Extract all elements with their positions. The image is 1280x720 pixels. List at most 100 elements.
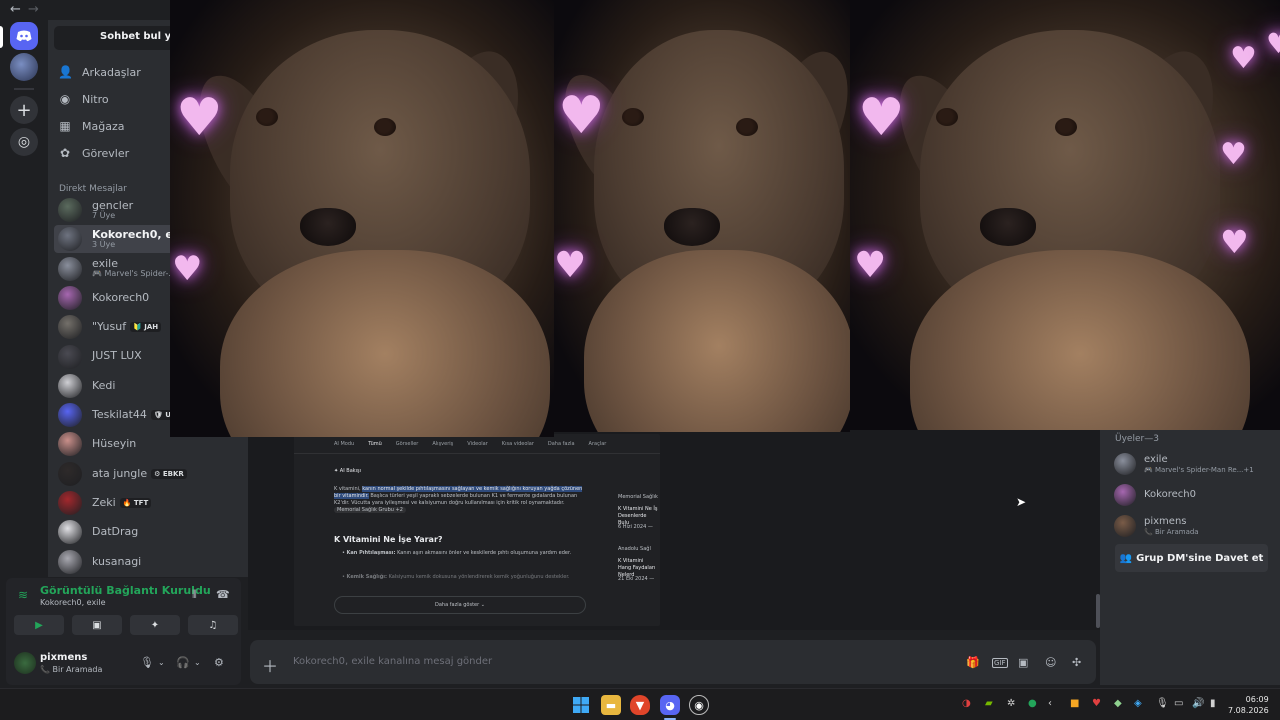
activities-button[interactable]: ✦ [130,615,180,635]
add-user-icon: 👥 [1119,552,1133,564]
voice-channel[interactable]: Kokorech0, exile [40,598,106,607]
dog-eye [622,108,644,126]
avatar[interactable] [14,652,36,674]
gif-icon[interactable]: GIF [992,658,1008,668]
discord-taskbar-icon[interactable]: ◕ [660,695,680,715]
steam-icon[interactable]: ◉ [689,695,709,715]
mic-icon[interactable]: 🎙 [140,656,154,669]
stream-area: AI Modu Tümü Görseller Alışveriş Videolar Kıs… [248,430,1100,630]
show-more-label: Daha fazla göster [435,602,480,608]
discord-icon [16,30,32,42]
tray-app-icon[interactable]: ♥ [1092,698,1101,709]
message-input[interactable]: Kokorech0, exile kanalına mesaj gönder [293,656,492,667]
camera-button[interactable]: ▶ [14,615,64,635]
para-post: Başlıca türleri yeşil yapraklı sebzelerd… [334,493,578,506]
user-status-text: Bir Aramada [52,665,103,674]
server-avatar[interactable] [10,53,38,81]
ss-bullet: • Kemik Sağlığı: Kalsiyumu kemik dokusun… [342,574,570,580]
volume-icon[interactable]: 🔊 [1192,698,1204,709]
dm-item[interactable]: ata jungle ⚙ EBKR [54,460,244,488]
dm-name: gencler [92,198,134,212]
search-tab: Daha fazla [547,440,575,447]
tray-app-icon[interactable]: ‹ [1048,698,1052,709]
home-button[interactable] [10,22,38,50]
tray-status-icon[interactable]: ● [1028,698,1037,709]
invite-group-button[interactable]: 👥 Grup DM'sine Davet et [1115,544,1268,572]
dm-text: "Yusuf [92,321,126,333]
gear-icon[interactable]: ⚙ [214,656,224,669]
windows-start-icon[interactable] [571,695,591,715]
network-icon[interactable]: ▭ [1174,698,1183,709]
dm-item[interactable]: DatDrag [54,518,244,546]
friends-icon: 👤 [58,65,73,79]
dm-item[interactable]: kusanagi [54,548,244,576]
search-tab: Kısa videolar [501,440,534,447]
member-item[interactable]: exile 🎮 Marvel's Spider-Man Re...+1 [1114,450,1254,478]
source-title: Anadolu Sağl [618,546,651,552]
dog-nose [664,208,720,246]
heart-icon: ♥ [1230,41,1257,76]
soundboard-button[interactable]: ♫ [188,615,238,635]
heart-icon: ♥ [172,249,203,289]
chevron-down-icon[interactable]: ⌄ [158,658,165,667]
dog-nose [980,208,1036,246]
dog-eye [936,108,958,126]
apps-icon[interactable]: ✣ [1072,656,1081,669]
avatar [58,285,82,310]
tray-app-icon[interactable]: ✲ [1007,698,1015,709]
clock[interactable]: 06:09 7.08.2026 [1228,694,1269,716]
attach-plus-icon[interactable]: ＋ [262,653,278,677]
explore-button[interactable]: ◎ [10,128,38,156]
screenshare-view[interactable]: AI Modu Tümü Görseller Alışveriş Videolar Kıs… [294,434,660,626]
emoji-icon[interactable]: ☺ [1045,656,1056,669]
nav-nitro[interactable]: ◉ Nitro [58,87,109,111]
clock-date: 7.08.2026 [1228,706,1269,716]
noise-suppression-icon[interactable]: ⦀ [192,588,197,602]
tray-app-icon[interactable]: ■ [1070,698,1079,709]
heart-icon: ♥ [1220,223,1249,261]
dm-text: Zeki [92,496,116,509]
signal-icon: ≋ [18,588,29,602]
avatar [58,491,82,515]
gift-icon[interactable]: 🎁 [966,656,980,669]
tray-app-icon[interactable]: ◆ [1114,698,1122,709]
tray-app-icon[interactable]: ◑ [962,698,971,709]
dog-overlay-image-2: ♥ ♥ [554,0,850,432]
forward-button[interactable]: → [28,2,39,17]
battery-icon[interactable]: ▮ [1210,698,1216,709]
dm-name: "Yusuf [92,320,127,334]
screenshare-button[interactable]: ▣ [72,615,122,635]
chevron-down-icon[interactable]: ⌄ [194,658,201,667]
brave-browser-icon[interactable]: ▼ [630,695,650,715]
avatar [58,227,82,252]
nav-label: Nitro [82,92,109,106]
add-server-button[interactable]: + [10,96,38,124]
nav-shop[interactable]: ▦ Mağaza [58,114,124,138]
nav-quests[interactable]: ✿ Görevler [58,141,129,165]
bullet-text: Kanın aşırı akmasını önler ve keskilerde… [397,550,572,556]
back-button[interactable]: ← [10,2,21,17]
headphones-icon[interactable]: 🎧 [176,656,190,669]
avatar [1114,484,1136,506]
dm-name: JUST LUX [92,349,142,363]
dm-item[interactable]: Zeki 🔥 TFT [54,489,244,517]
clan-tag: ⚙ EBKR [151,468,187,479]
nvidia-icon[interactable]: ▰ [985,698,993,709]
file-explorer-icon[interactable]: ▬ [601,695,621,715]
member-name: pixmens [1144,516,1187,528]
disconnect-icon[interactable]: ☎ [216,588,230,601]
mic-tray-icon[interactable]: 🎙 [1156,698,1169,709]
dm-text: Kokorech0 [92,291,149,304]
dog-eye [374,118,396,136]
member-item[interactable]: Kokorech0 [1114,481,1196,509]
avatar [58,344,82,369]
sticker-icon[interactable]: ▣ [1018,656,1028,669]
nav-friends[interactable]: 👤 Arkadaşlar [58,60,141,84]
camera-icon: ▶ [35,619,43,631]
user-status: 📞 Bir Aramada [40,665,103,674]
username: pixmens [40,652,88,663]
heart-icon: ♥ [854,245,887,286]
tray-app-icon[interactable]: ◈ [1134,698,1142,709]
avatar [58,549,82,574]
member-item[interactable]: pixmens 📞 Bir Aramada [1114,512,1199,540]
